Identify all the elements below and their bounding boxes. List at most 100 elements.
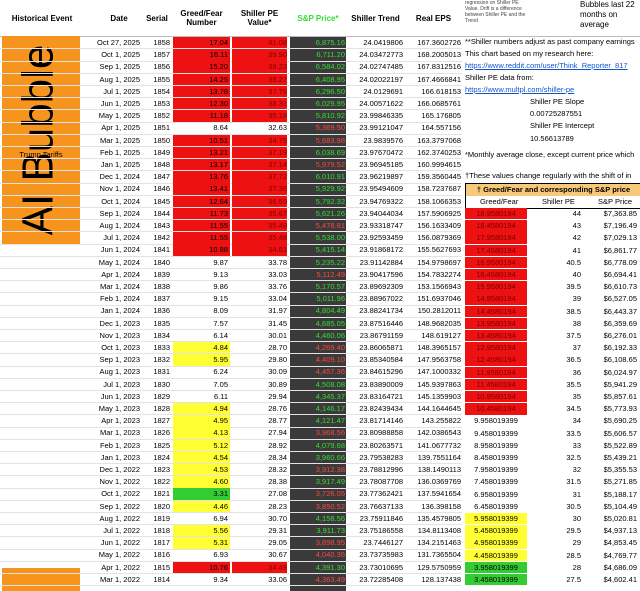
row-real-eps: 154.7832274: [417, 269, 461, 279]
row-greed-fear: 6.14: [213, 330, 228, 340]
row-sp-price: 4,079.68: [315, 440, 345, 450]
row-sp-price: 6,296.50: [315, 86, 345, 96]
row-shiller-trend: 23.86065871: [359, 343, 403, 352]
lookup-shiller-pe: 39: [572, 294, 581, 304]
row-shiller-pe: 28.70: [268, 343, 287, 352]
table-row: Dec 1, 2022 1823 4.53 28.32 3,912.38 23.78812…: [0, 464, 462, 477]
lookup-table-row: 8.958019399 33 $5,522.89: [465, 440, 640, 451]
row-real-eps: 167.3602726: [417, 38, 461, 47]
row-sp-price: 3,850.52: [315, 501, 345, 511]
row-greed-fear: 13.41: [173, 183, 230, 195]
lookup-shiller-pe: 29.5: [566, 526, 581, 536]
row-sp-price: 3,911.73: [316, 526, 345, 535]
multpl-link[interactable]: https://www.multpl.com/shiller-pe: [465, 85, 574, 94]
row-date: Jan 1, 2024: [100, 306, 140, 316]
row-shiller-trend: 23.84615296: [359, 367, 403, 377]
lookup-sp-price: $6,527.05: [603, 294, 637, 304]
row-sp-price: 4,345.37: [315, 391, 345, 401]
table-row: Sep 1, 2024 1844 11.73 35.67 5,621.26 23.9404…: [0, 207, 462, 221]
row-shiller-trend: 23.90417596: [359, 269, 403, 279]
lookup-greed-fear: 14.9580194: [465, 293, 527, 305]
row-serial: 1857: [153, 50, 170, 60]
row-shiller-trend: 23.93318747: [359, 221, 403, 230]
reddit-link[interactable]: https://www.reddit.com/user/Think_Report…: [465, 61, 628, 70]
row-greed-fear: 6.93: [213, 550, 228, 560]
lookup-greed-fear: 18.9580194: [465, 208, 527, 220]
table-row: Oct 1, 2024 1845 12.64 36.59 5,792.32 23.9476…: [0, 195, 462, 208]
table-row: Sep 1, 2025 1856 15.20 39.23 6,584.02 24.0274…: [0, 61, 462, 74]
row-shiller-pe: 31.45: [268, 318, 287, 328]
row-shiller-pe: 29.31: [268, 526, 287, 535]
row-sp-price: 4,146.17: [315, 404, 345, 413]
row-greed-fear: 10.76: [173, 561, 230, 573]
lookup-sp-price: $5,690.25: [603, 416, 637, 426]
row-shiller-trend: 23.80988858: [359, 428, 403, 438]
lookup-sp-price: $4,769.77: [603, 550, 637, 560]
lookup-sp-price: $6,443.37: [603, 306, 637, 316]
table-row: Jul 1, 2022 1818 5.56 29.31 3,911.73 23.75186…: [0, 525, 462, 538]
row-shiller-pe: 34.49: [232, 561, 287, 573]
row-greed-fear: 5.56: [173, 525, 230, 537]
table-row: Aug 1, 2023 1831 6.24 30.09 4,457.36 23.84615…: [0, 366, 462, 379]
row-date: Feb 1, 2025: [99, 147, 140, 157]
intercept-label: Shiller PE Intercept: [530, 121, 595, 130]
row-shiller-pe: 41.08: [232, 37, 287, 49]
header-sp-price: S&P Price*: [297, 14, 339, 23]
row-shiller-trend: 24.03472773: [359, 50, 403, 60]
lookup-sp-price: $6,108.65: [603, 355, 637, 365]
lookup-shiller-pe: 31: [572, 489, 581, 499]
row-serial: 1833: [153, 343, 170, 352]
lookup-table-row: 9.958019399 34 $5,690.25: [465, 415, 640, 426]
lookup-shiller-pe: 35: [572, 392, 581, 401]
note-data-source: Shiller PE data from:: [465, 73, 534, 82]
row-sp-price: 4,508.08: [315, 379, 345, 389]
row-shiller-trend: 23.87516446: [359, 318, 403, 328]
row-real-eps: 166.0685761: [417, 99, 461, 108]
lookup-shiller-pe: 42: [572, 233, 581, 243]
row-real-eps: 147.1000332: [417, 367, 461, 377]
row-serial: 1858: [153, 38, 170, 47]
lookup-table-row: 9.458019399 33.5 $5,606.57: [465, 428, 640, 439]
row-serial: 1845: [153, 196, 170, 206]
table-row: Aug 1, 2025 1855 14.25 38.27 6,408.95 24.0202…: [0, 73, 462, 86]
row-shiller-trend: 23.76637133: [359, 501, 403, 511]
row-serial: 1844: [153, 208, 170, 218]
row-sp-price: 4,040.36: [315, 550, 345, 560]
lookup-greed-fear: 8.958019399: [474, 440, 518, 450]
lookup-shiller-pe: 32.5: [566, 453, 581, 462]
row-real-eps: 136.398158: [421, 501, 461, 511]
lookup-table-row: 11.4580194 35.5 $5,941.29: [465, 378, 640, 391]
row-shiller-trend: 23.82439434: [359, 404, 403, 413]
row-sp-price: 4,460.06: [315, 330, 345, 340]
row-greed-fear: 10.88: [173, 244, 230, 256]
row-real-eps: 145.1359903: [417, 391, 461, 401]
lookup-table-row: 8.458019399 32.5 $5,439.21: [465, 452, 640, 463]
row-serial: 1842: [153, 233, 170, 243]
lookup-greed-fear: 13.4580194: [465, 330, 527, 342]
note-shiller-adjust: **Shiller numbers adjust as past company…: [465, 37, 635, 46]
row-serial: 1854: [153, 86, 170, 96]
row-real-eps: 168.2005013: [417, 50, 461, 60]
row-sp-price: 4,409.10: [315, 355, 345, 365]
row-sp-price: 5,810.92: [315, 111, 345, 121]
row-shiller-pe: 34.79: [232, 134, 287, 146]
lookup-table-row: 6.458019399 30.5 $5,104.49: [465, 501, 640, 512]
row-shiller-pe: 37.79: [232, 85, 287, 98]
row-greed-fear: 8.64: [213, 123, 228, 133]
row-serial: 1835: [153, 318, 170, 328]
table-row: Feb 1, 2024 1837 9.15 33.04 5,011.96 23.88967…: [0, 293, 462, 306]
lookup-table-row: 3.958019399 28 $4,686.09: [465, 561, 640, 574]
row-shiller-trend: 23.86791159: [359, 330, 403, 340]
row-real-eps: 167.8312516: [417, 62, 461, 72]
table-row: Jul 1, 2025 1854 13.78 37.79 6,296.50 24.0129…: [0, 85, 462, 99]
table-row: Oct 1, 2025 1857 16.11 39.90 6,711.20 24.0347…: [0, 49, 462, 62]
row-serial: 1832: [153, 355, 170, 365]
lookup-sp-price: $4,686.09: [603, 562, 637, 572]
row-real-eps: 142.0386543: [417, 428, 461, 438]
row-date: Sep 1, 2025: [99, 62, 140, 72]
values-change-note: †These values change regularly with the …: [465, 171, 632, 180]
table-row: Apr 1, 2022 1815 10.76 34.49 4,391.30 23.7301…: [0, 561, 462, 574]
table-row: Jan 1, 2023 1824 4.54 28.34 3,960.66 23.79538…: [0, 451, 462, 465]
row-shiller-pe: 28.38: [268, 477, 287, 487]
row-sp-price: 4,457.36: [315, 367, 345, 377]
